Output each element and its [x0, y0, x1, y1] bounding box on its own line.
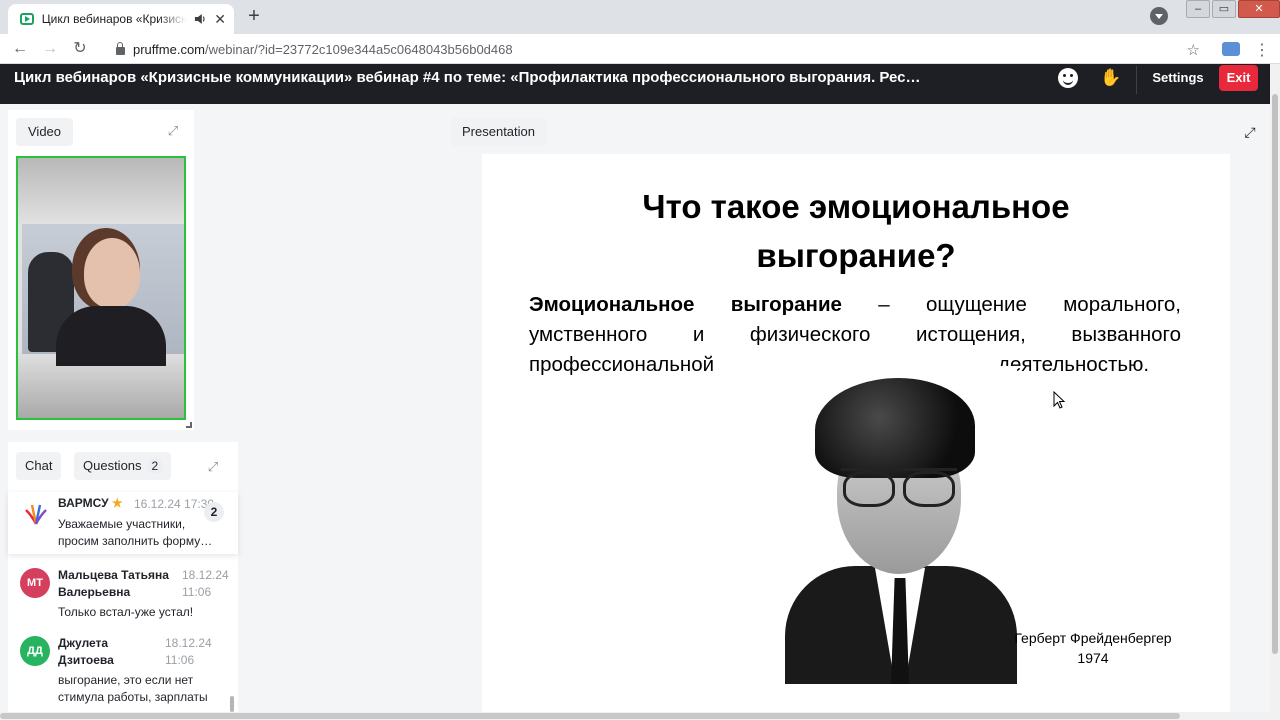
- maximize-window-button[interactable]: ▭: [1212, 0, 1236, 18]
- presentation-panel: Presentation ⤢ Что такое эмоциональное в…: [442, 110, 1270, 716]
- speaker-icon[interactable]: [193, 12, 207, 26]
- slide-title-line-2: выгорание?: [756, 237, 956, 274]
- slide-definition: Эмоциональное выгорание – ощущение морал…: [529, 290, 1181, 350]
- varmsu-logo-icon: [25, 504, 47, 525]
- tab-questions[interactable]: Questions 2: [74, 452, 172, 480]
- slide-title-line-1: Что такое эмоциональное: [642, 188, 1070, 225]
- exit-button[interactable]: Exit: [1219, 65, 1258, 91]
- freudenberger-portrait: [785, 366, 1017, 684]
- horizontal-scroll-thumb[interactable]: [0, 713, 1180, 719]
- message-text-line-2: стимула работы, зарплаты: [58, 690, 208, 704]
- resize-handle-icon[interactable]: [186, 422, 192, 428]
- message-author-line-2: Дзитоева: [58, 653, 114, 667]
- message-author-line-1: Джулета: [58, 636, 109, 650]
- url-text: pruffme.com/webinar/?id=23772c109e344a5c…: [133, 41, 513, 57]
- extension-icon[interactable]: [1222, 42, 1240, 56]
- expand-presentation-icon[interactable]: ⤢: [1240, 122, 1260, 142]
- speaker-video[interactable]: [16, 156, 186, 420]
- page-horizontal-scrollbar[interactable]: [0, 712, 1270, 720]
- speaker-body: [56, 306, 166, 366]
- browser-menu-icon[interactable]: ⋮: [1254, 40, 1270, 60]
- profile-menu-icon[interactable]: [1150, 7, 1168, 25]
- video-feed: [22, 224, 184, 366]
- minimize-window-button[interactable]: –: [1186, 0, 1210, 18]
- video-label: Video: [16, 118, 74, 146]
- emoji-reaction-icon[interactable]: [1058, 68, 1078, 88]
- message-text-line-1: выгорание, это если нет: [58, 673, 194, 687]
- message-text: Только встал-уже устал!: [58, 605, 194, 619]
- window-controls: – ▭ ✕: [1184, 0, 1280, 20]
- questions-count-badge: 2: [147, 458, 163, 474]
- browser-toolbar: ← → ↻ pruffme.com/webinar/?id=23772c109e…: [0, 34, 1280, 64]
- page-scroll-thumb[interactable]: [1272, 94, 1278, 654]
- definition-word-start: профессиональной: [529, 353, 715, 376]
- browser-tab-title: Цикл вебинаров «Кризисные коммуникации»: [41, 12, 187, 26]
- reload-icon[interactable]: ↻: [70, 39, 90, 59]
- browser-tab[interactable]: Цикл вебинаров «Кризисные коммуникации» …: [8, 4, 234, 34]
- back-arrow-icon[interactable]: ←: [10, 39, 30, 59]
- new-tab-button[interactable]: +: [244, 6, 264, 26]
- pinned-text-line-1: Уважаемые участники,: [58, 517, 186, 531]
- chat-scrollbar[interactable]: [230, 696, 234, 712]
- avatar: ДД: [20, 636, 50, 666]
- raise-hand-icon[interactable]: ✋: [1100, 68, 1121, 88]
- page-vertical-scrollbar[interactable]: [1270, 64, 1280, 720]
- webinar-header: Цикл вебинаров «Кризисные коммуникации» …: [0, 64, 1270, 104]
- definition-word-end: деятельностью.: [998, 353, 1150, 376]
- bookmark-star-icon[interactable]: ☆: [1187, 41, 1200, 59]
- video-panel: Video ⤢: [8, 110, 194, 430]
- presentation-label: Presentation: [450, 118, 547, 146]
- webinar-room: Video ⤢ Chat Questions 2 ⤢ ВАРМСУ ★ 16.1…: [0, 104, 1270, 716]
- definition-term: Эмоциональное выгорание: [529, 293, 842, 316]
- presentation-slide: Что такое эмоциональное выгорание? Эмоци…: [482, 154, 1230, 716]
- chat-panel: Chat Questions 2 ⤢ ВАРМСУ ★ 16.12.24 17:3…: [8, 442, 238, 714]
- message-author-line-1: Мальцева Татьяна: [58, 568, 169, 582]
- tab-questions-label: Questions: [83, 458, 142, 473]
- pinned-message[interactable]: ВАРМСУ ★ 16.12.24 17:30 Уважаемые участн…: [8, 492, 238, 554]
- header-divider: [1136, 66, 1137, 94]
- message-date: 18.12.24: [165, 636, 212, 650]
- close-tab-icon[interactable]: ✕: [214, 11, 226, 28]
- webinar-favicon-icon: [20, 13, 34, 25]
- close-window-button[interactable]: ✕: [1238, 0, 1280, 18]
- address-bar[interactable]: pruffme.com/webinar/?id=23772c109e344a5c…: [100, 37, 1210, 61]
- portrait-caption: Герберт Фрейденбергер 1974: [1002, 628, 1184, 668]
- browser-tab-bar: Цикл вебинаров «Кризисные коммуникации» …: [0, 0, 1280, 34]
- message-author-line-2: Валерьевна: [58, 585, 131, 599]
- forward-arrow-icon[interactable]: →: [40, 39, 60, 59]
- pinned-count-badge: 2: [204, 502, 224, 522]
- pinned-text-line-2: просим заполнить форму…: [58, 534, 213, 548]
- speaker-head: [84, 238, 140, 308]
- lock-icon: [116, 42, 125, 55]
- avatar: МТ: [20, 568, 50, 598]
- caption-name: Герберт Фрейденбергер: [1014, 630, 1172, 646]
- message-date: 18.12.24: [182, 568, 229, 582]
- webinar-title: Цикл вебинаров «Кризисные коммуникации» …: [14, 69, 921, 86]
- message-time: 11:06: [182, 585, 212, 599]
- caption-year: 1974: [1077, 650, 1109, 666]
- message-time: 11:06: [165, 653, 195, 667]
- expand-video-icon[interactable]: ⤢: [164, 122, 182, 140]
- slide-title: Что такое эмоциональное выгорание?: [482, 182, 1230, 280]
- star-icon: ★: [111, 496, 123, 510]
- tab-chat[interactable]: Chat: [16, 452, 62, 480]
- settings-button[interactable]: Settings: [1146, 64, 1210, 92]
- expand-chat-icon[interactable]: ⤢: [204, 458, 222, 476]
- pinned-author: ВАРМСУ ★: [58, 496, 123, 510]
